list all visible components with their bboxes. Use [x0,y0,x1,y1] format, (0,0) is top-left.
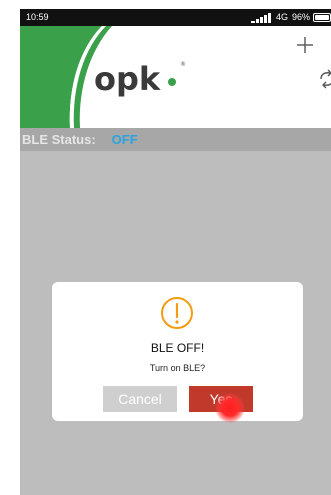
opk-logo-text: opk [94,60,161,98]
svg-text:®: ® [180,61,186,68]
warning-icon [161,297,193,329]
cancel-button[interactable]: Cancel [103,386,177,412]
battery-percent: 96% [291,12,310,22]
plus-icon[interactable] [295,35,315,55]
ble-status-label: BLE Status: [22,132,96,147]
network-type: 4G [275,12,288,22]
refresh-icon[interactable] [319,68,331,90]
dialog-message: Turn on BLE? [149,363,206,373]
opk-logo: opk ® [94,60,186,98]
status-time: 10:59 [26,12,49,22]
app-screen: 10:59 4G 96% opk ® BLE Status: OFF BLE O… [20,9,331,495]
ble-status-value: OFF [111,132,138,147]
battery-icon [313,13,331,22]
status-bar: 10:59 4G 96% [20,9,331,26]
ble-status-bar: BLE Status: OFF [20,128,331,151]
status-indicators: 4G 96% [250,9,331,26]
yes-button[interactable]: Yes [189,386,253,412]
dialog-title: BLE OFF! [150,341,205,355]
signal-icon [250,12,271,23]
app-header: opk ® [20,26,331,128]
ble-off-dialog: BLE OFF! Turn on BLE? Cancel Yes [52,282,303,421]
